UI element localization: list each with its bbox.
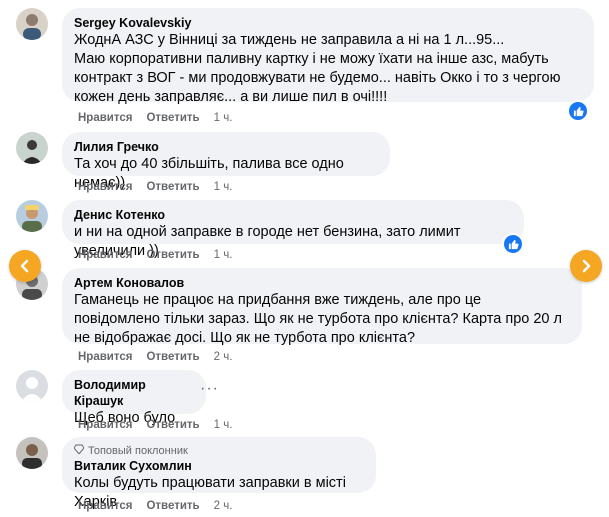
like-button[interactable]: Нравится	[78, 419, 132, 431]
comment-time[interactable]: 2 ч.	[214, 500, 233, 512]
comment-actions: Нравится Ответить 1 ч.	[78, 112, 232, 124]
comment-time[interactable]: 2 ч.	[214, 351, 233, 363]
thumbs-up-icon[interactable]	[567, 100, 589, 122]
comment-author[interactable]: Лилия Гречко	[74, 139, 378, 155]
comment-author[interactable]: Артем Коновалов	[74, 275, 570, 291]
top-fan-badge: Топовый поклонник	[73, 444, 364, 458]
comment-actions: Нравится Ответить 1 ч.	[78, 249, 232, 261]
avatar[interactable]	[16, 437, 48, 469]
reply-button[interactable]: Ответить	[146, 249, 199, 261]
comment-time[interactable]: 1 ч.	[214, 112, 233, 124]
comment-bubble: Sergey Kovalevskiy ЖоднА АЗС у Вінниці з…	[62, 8, 594, 105]
avatar[interactable]	[16, 370, 48, 402]
comment-time[interactable]: 1 ч.	[214, 181, 233, 193]
comment-bubble: Топовый поклонник Виталик Сухомлин Колы …	[62, 437, 376, 510]
like-button[interactable]: Нравится	[78, 351, 132, 363]
comment-author[interactable]: Виталик Сухомлин	[74, 458, 364, 474]
diamond-icon	[73, 444, 85, 458]
top-fan-label: Топовый поклонник	[88, 445, 188, 457]
reply-button[interactable]: Ответить	[146, 181, 199, 193]
comment-bubble: Артем Коновалов Гаманець не працює на пр…	[62, 268, 582, 346]
comment-actions: Нравится Ответить 2 ч.	[78, 500, 232, 512]
comment-bubble: Лилия Гречко Та хоч до 40 збільшіть, пал…	[62, 132, 390, 191]
comment-text: Гаманець не працює на придбання вже тижд…	[74, 292, 562, 346]
reply-button[interactable]: Ответить	[146, 419, 199, 431]
chevron-left-icon[interactable]	[9, 250, 41, 282]
avatar[interactable]	[16, 8, 48, 40]
like-button[interactable]: Нравится	[78, 500, 132, 512]
like-button[interactable]: Нравится	[78, 249, 132, 261]
comment-actions: Нравится Ответить 1 ч.	[78, 181, 232, 193]
like-button[interactable]: Нравится	[78, 181, 132, 193]
more-options-icon[interactable]: ···	[200, 380, 219, 398]
reply-button[interactable]: Ответить	[146, 500, 199, 512]
avatar[interactable]	[16, 132, 48, 164]
reply-button[interactable]: Ответить	[146, 112, 199, 124]
avatar[interactable]	[16, 200, 48, 232]
comment-bubble: Денис Котенко и ни на одной заправке в г…	[62, 200, 524, 259]
comment-author[interactable]: Володимир Кірашук	[74, 377, 194, 409]
comment-time[interactable]: 1 ч.	[214, 419, 233, 431]
like-button[interactable]: Нравится	[78, 112, 132, 124]
reply-button[interactable]: Ответить	[146, 351, 199, 363]
comment-author[interactable]: Денис Котенко	[74, 207, 512, 223]
comment-actions: Нравится Ответить 1 ч.	[78, 419, 232, 431]
comment-author[interactable]: Sergey Kovalevskiy	[74, 15, 582, 31]
comment-bubble: Володимир Кірашук Щеб воно було	[62, 370, 206, 426]
comment-text: ЖоднА АЗС у Вінниці за тиждень не заправ…	[74, 32, 561, 105]
comment-time[interactable]: 1 ч.	[214, 249, 233, 261]
chevron-right-icon[interactable]	[570, 250, 602, 282]
thumbs-up-icon[interactable]	[502, 233, 524, 255]
comment-actions: Нравится Ответить 2 ч.	[78, 351, 232, 363]
